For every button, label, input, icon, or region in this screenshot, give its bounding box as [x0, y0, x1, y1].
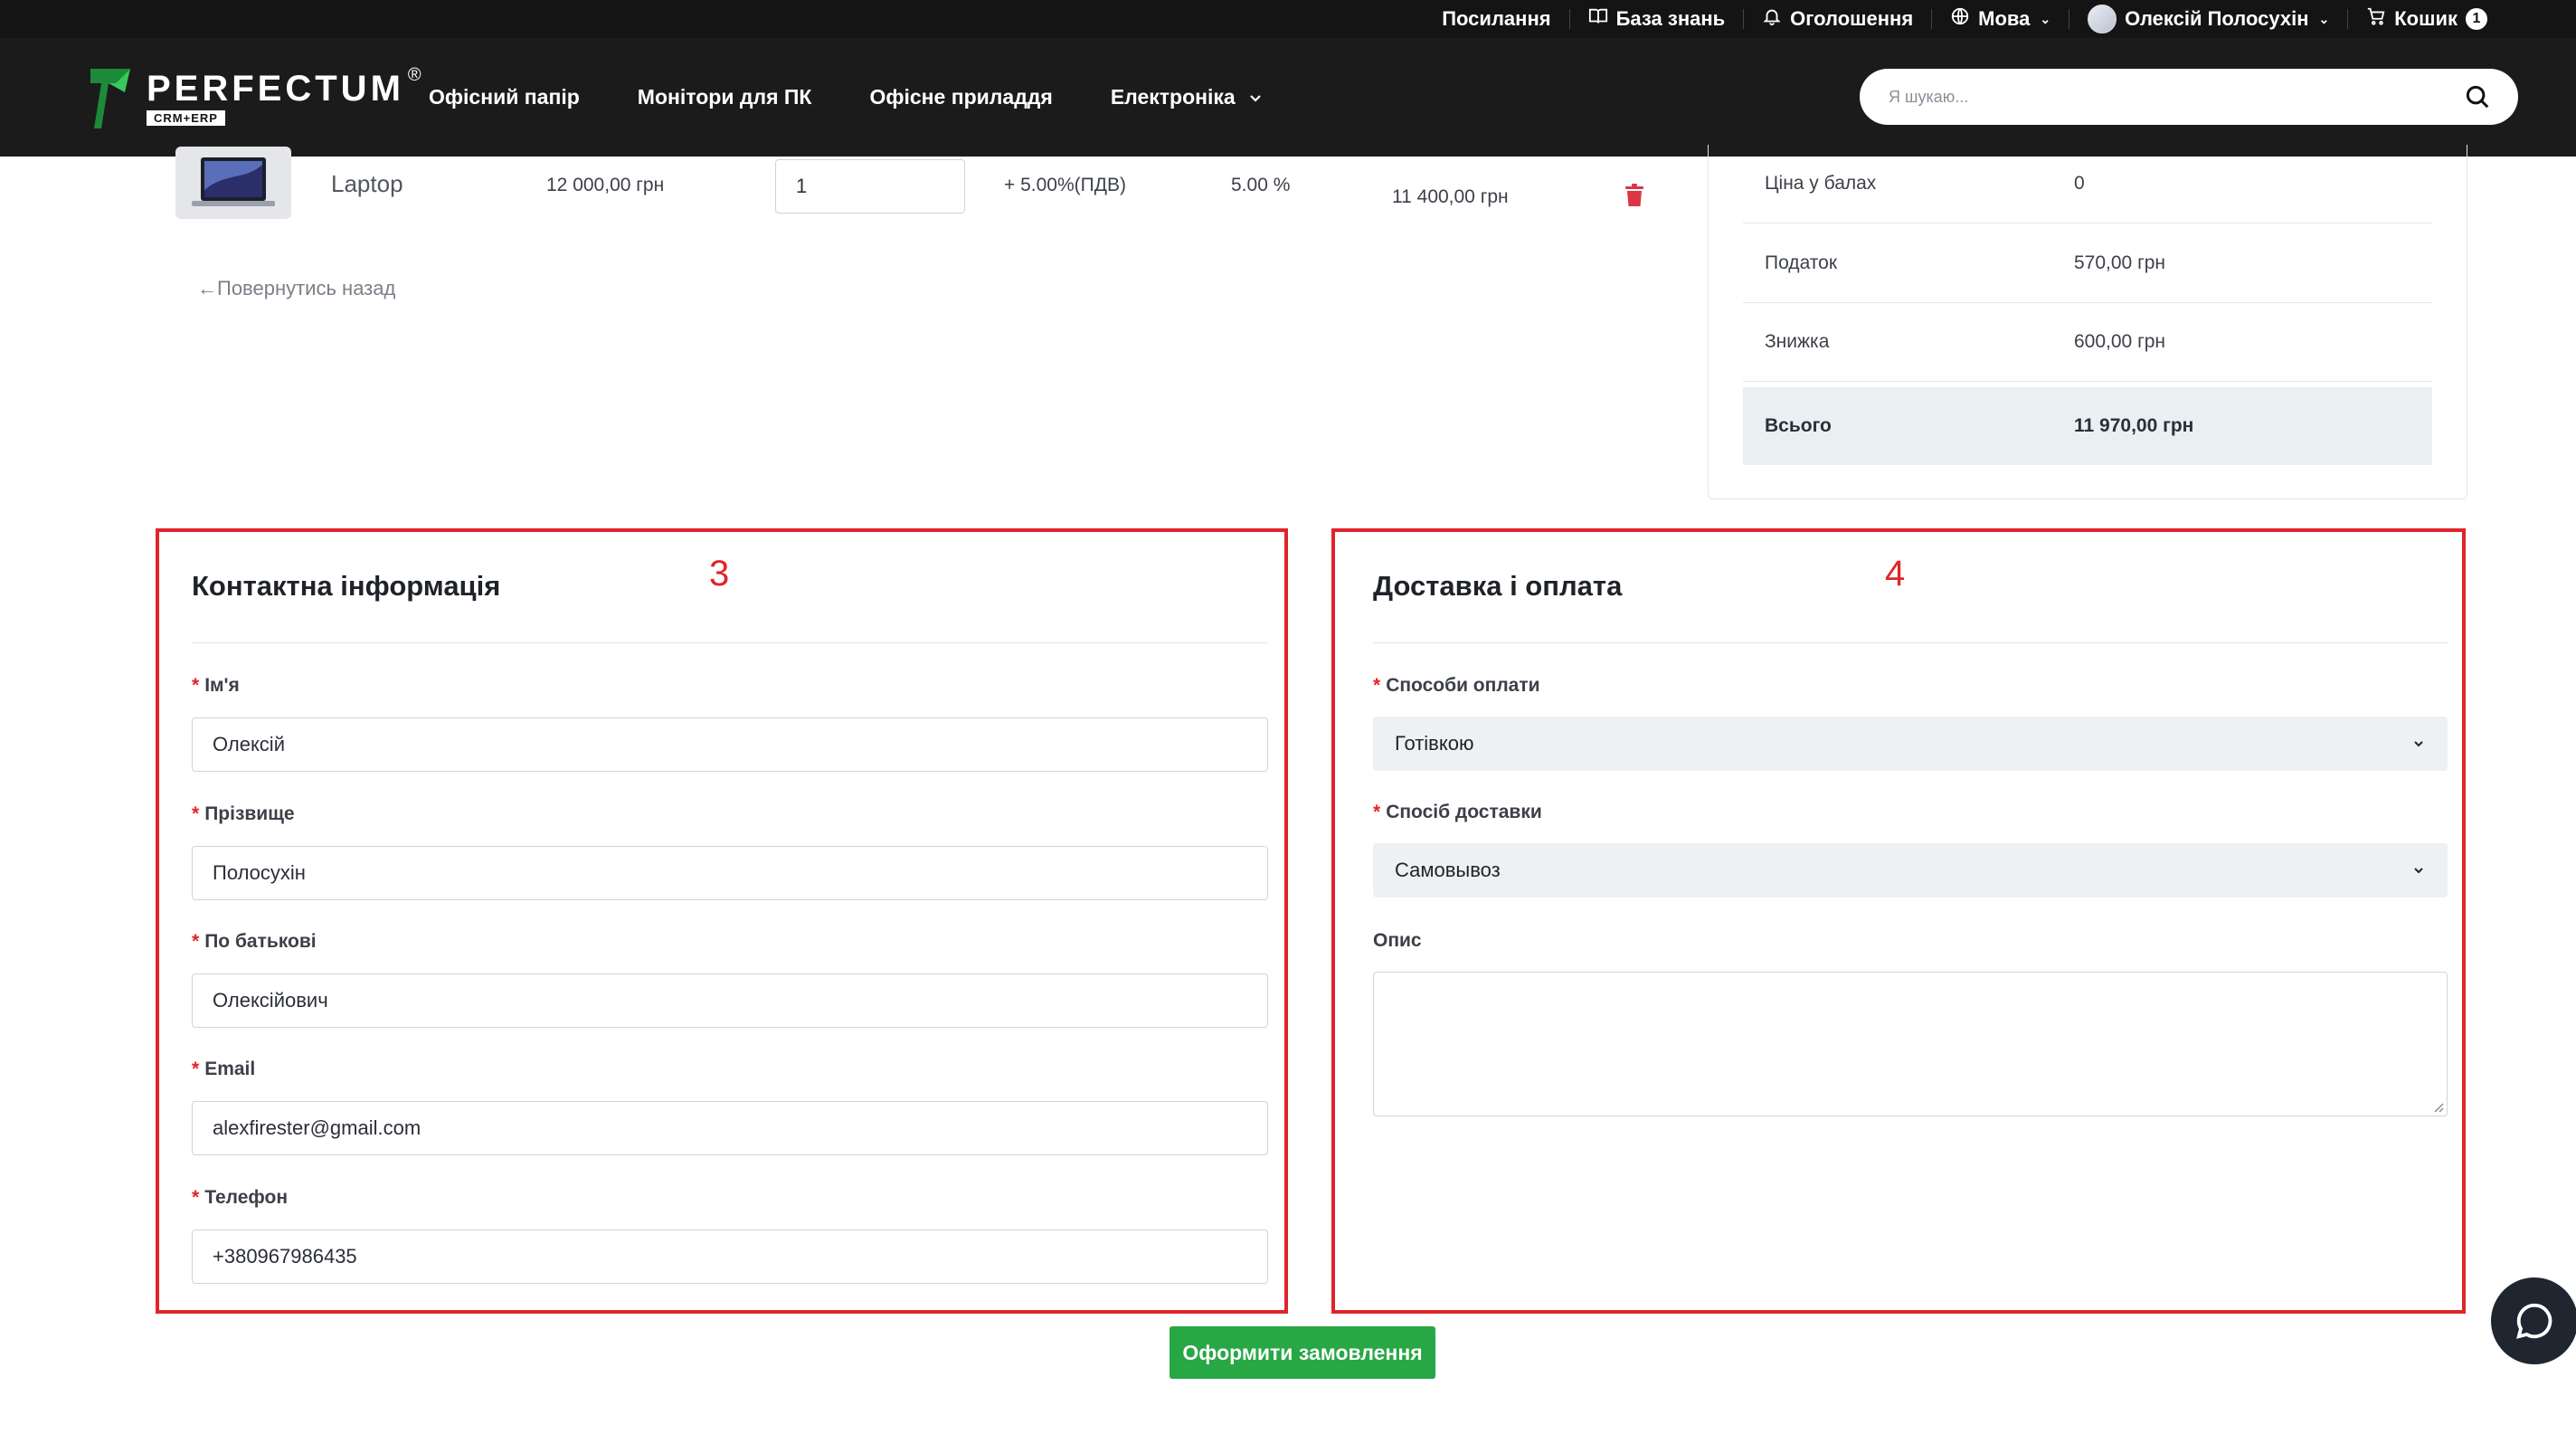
product-total: 11 400,00 грн [1392, 186, 1509, 207]
annotation-number-3: 3 [709, 554, 730, 594]
language-label: Мова [1978, 7, 2031, 30]
brand-name: PERFECTUM [147, 69, 404, 109]
payment-method-select[interactable]: Готівкою [1373, 717, 2448, 771]
cart-link[interactable]: Кошик 1 [2348, 6, 2505, 32]
bell-icon [1762, 6, 1782, 32]
product-tax: + 5.00%(ПДВ) [1004, 175, 1126, 195]
divider [192, 642, 1268, 643]
links-label: Посилання [1442, 7, 1551, 30]
description-label: Опис [1373, 930, 1422, 951]
category-menu: Офісний папір Монітори для ПК Офісне при… [429, 38, 1263, 157]
shipping-method-value: Самовывоз [1395, 859, 1501, 881]
registered-mark: ® [407, 65, 421, 85]
laptop-image [192, 157, 275, 206]
chevron-down-icon [1249, 94, 1261, 102]
summary-value: 0 [2074, 173, 2085, 194]
summary-label: Податок [1765, 252, 1838, 273]
annotation-box-3 [156, 528, 1288, 1314]
payment-method-value: Готівкою [1395, 732, 1474, 755]
patronymic-field[interactable]: Олексійович [192, 973, 1268, 1028]
summary-row-discount: Знижка 600,00 грн [1743, 303, 2432, 382]
nav-item-monitors[interactable]: Монітори для ПК [638, 85, 812, 109]
summary-row-total: Всього 11 970,00 грн [1743, 387, 2432, 465]
annotation-box-4 [1331, 528, 2466, 1314]
summary-label: Всього [1765, 415, 1832, 436]
announcements-label: Оголошення [1790, 7, 1914, 30]
nav-item-office-supplies[interactable]: Офісне приладдя [869, 85, 1052, 109]
cart-count-badge: 1 [2466, 8, 2487, 30]
globe-icon [1950, 6, 1970, 32]
summary-value: 600,00 грн [2074, 331, 2166, 352]
delivery-section-title: Доставка і оплата [1373, 570, 1623, 602]
summary-label: Ціна у балах [1765, 173, 1877, 194]
product-discount: 5.00 % [1231, 175, 1291, 195]
back-link[interactable]: ←Повернутись назад [197, 277, 395, 300]
book-icon [1588, 6, 1608, 32]
first-name-label: * Ім'я [192, 675, 240, 696]
knowledge-base-link[interactable]: База знань [1570, 6, 1744, 32]
logo-text: PERFECTUM CRM+ERP [147, 71, 404, 127]
chevron-down-icon: ⌄ [2318, 11, 2330, 26]
last-name-label: * Прізвище [192, 803, 295, 824]
chat-widget-button[interactable] [2491, 1277, 2576, 1364]
delete-icon[interactable] [1624, 184, 1644, 207]
summary-label: Знижка [1765, 331, 1830, 352]
knowledge-base-label: База знань [1615, 7, 1726, 30]
summary-row-tax: Податок 570,00 грн [1743, 224, 2432, 303]
cart-label: Кошик [2394, 7, 2458, 30]
back-link-label: Повернутись назад [217, 277, 396, 299]
last-name-field[interactable]: Полосухін [192, 846, 1268, 900]
summary-row-points: Ціна у балах 0 [1743, 145, 2432, 223]
summary-value: 570,00 грн [2074, 252, 2166, 273]
chevron-down-icon [2414, 868, 2423, 874]
patronymic-label: * По батькові [192, 931, 317, 952]
divider [1373, 642, 2448, 643]
top-utility-bar: Посилання База знань Оголошення Мова ⌄ О… [0, 0, 2576, 38]
phone-label: * Телефон [192, 1187, 289, 1208]
first-name-field[interactable]: Олексій [192, 717, 1268, 772]
chevron-down-icon: ⌄ [2040, 11, 2051, 26]
summary-value: 11 970,00 грн [2074, 415, 2194, 436]
search-input[interactable] [1887, 86, 2464, 108]
logo-mark-icon [90, 69, 130, 128]
arrow-left-icon: ← [197, 277, 217, 299]
user-menu[interactable]: Олексій Полосухін ⌄ [2069, 5, 2347, 33]
payment-method-label: * Способи оплати [1373, 675, 1540, 696]
phone-field[interactable]: +380967986435 [192, 1230, 1268, 1284]
place-order-button[interactable]: Оформити замовлення [1170, 1326, 1435, 1379]
announcements-link[interactable]: Оголошення [1744, 6, 1931, 32]
cart-icon [2366, 6, 2386, 32]
main-navigation: PERFECTUM CRM+ERP ® Офісний папір Моніто… [0, 38, 2576, 157]
product-image[interactable] [175, 147, 291, 219]
resize-handle-icon[interactable] [2431, 1100, 2444, 1113]
nav-item-office-paper[interactable]: Офісний папір [429, 85, 580, 109]
shipping-method-label: * Спосіб доставки [1373, 802, 1542, 822]
email-label: * Email [192, 1059, 256, 1079]
user-name: Олексій Полосухін [2125, 7, 2309, 30]
email-field[interactable]: alexfirester@gmail.com [192, 1101, 1268, 1155]
avatar [2088, 5, 2117, 33]
brand-subtitle: CRM+ERP [147, 110, 225, 126]
language-dropdown[interactable]: Мова ⌄ [1932, 6, 2069, 32]
brand-logo[interactable]: PERFECTUM CRM+ERP ® [89, 65, 421, 130]
search-bar [1860, 69, 2518, 125]
quantity-input[interactable] [775, 159, 965, 214]
order-summary: Ціна у балах 0 Податок 570,00 грн Знижка… [1708, 145, 2467, 499]
shipping-method-select[interactable]: Самовывоз [1373, 843, 2448, 897]
nav-item-electronics[interactable]: Електроніка [1111, 85, 1263, 109]
description-textarea[interactable] [1373, 972, 2448, 1116]
product-price: 12 000,00 грн [546, 175, 665, 195]
chat-icon [2516, 1303, 2552, 1339]
annotation-number-4: 4 [1885, 554, 1906, 594]
nav-item-electronics-label: Електроніка [1110, 85, 1236, 109]
product-name[interactable]: Laptop [331, 170, 403, 198]
chevron-down-icon [2414, 741, 2423, 747]
contact-section-title: Контактна інформація [192, 570, 501, 602]
search-icon[interactable] [2464, 83, 2491, 110]
links-link[interactable]: Посилання [1424, 7, 1568, 31]
